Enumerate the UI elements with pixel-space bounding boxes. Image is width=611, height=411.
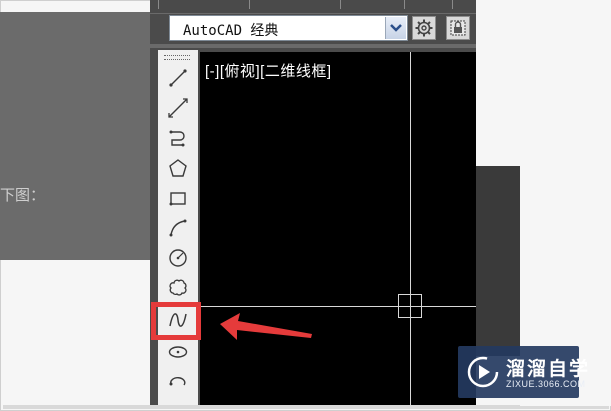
construction-line-tool-button[interactable] xyxy=(163,94,193,122)
background-light xyxy=(476,0,611,166)
arc-tool-button[interactable] xyxy=(163,214,193,242)
background-panel xyxy=(0,12,150,260)
toolbar-grip[interactable] xyxy=(164,55,190,60)
toolbar-separator xyxy=(150,44,476,48)
gear-icon xyxy=(415,19,433,37)
chevron-down-icon xyxy=(390,24,402,32)
circle-tool-button[interactable] xyxy=(163,244,193,272)
watermark-url: ZIXUE.3066.COM xyxy=(506,379,586,389)
spline-highlight-box xyxy=(151,302,201,340)
rectangle-tool-button[interactable] xyxy=(163,184,193,212)
workspace-settings-button[interactable] xyxy=(412,16,436,40)
polyline-icon xyxy=(169,130,185,147)
dropdown-arrow-button[interactable] xyxy=(385,17,406,39)
play-logo-icon xyxy=(467,356,499,388)
construction-line-icon xyxy=(168,98,188,118)
drawing-viewport[interactable]: [-][俯视][二维线框] xyxy=(200,52,476,405)
polygon-icon xyxy=(169,159,187,177)
page-caption-fragment: 下图： xyxy=(0,187,46,204)
pointer-arrow-icon xyxy=(220,313,312,340)
crosshair-vertical xyxy=(410,52,411,405)
arc-icon xyxy=(169,219,187,237)
window-top-strip xyxy=(150,0,476,14)
ellipse-tool-button[interactable] xyxy=(163,338,193,366)
line-icon xyxy=(169,69,187,87)
ellipse-icon xyxy=(168,346,188,358)
watermark-name: 溜溜自学 xyxy=(506,359,591,380)
crosshair-pickbox xyxy=(398,294,422,318)
revision-cloud-icon xyxy=(169,279,187,296)
circle-icon xyxy=(169,249,187,267)
watermark-badge: 溜溜自学 ZIXUE.3066.COM xyxy=(458,346,588,398)
workspace-dropdown[interactable]: AutoCAD 经典 xyxy=(169,15,408,41)
lock-icon xyxy=(450,20,466,36)
rectangle-icon xyxy=(169,192,186,206)
line-tool-button[interactable] xyxy=(163,64,193,92)
revision-cloud-tool-button[interactable] xyxy=(163,274,193,302)
lock-ui-button[interactable] xyxy=(446,16,470,40)
background-dark xyxy=(476,166,520,356)
autocad-window: AutoCAD 经典 [-][俯视][二维线框] xyxy=(150,0,476,405)
polygon-tool-button[interactable] xyxy=(163,154,193,182)
frame-shadow xyxy=(3,405,609,409)
draw-toolbar xyxy=(158,50,198,405)
viewport-label[interactable]: [-][俯视][二维线框] xyxy=(205,60,332,81)
polyline-tool-button[interactable] xyxy=(163,124,193,152)
workspace-selected-value: AutoCAD 经典 xyxy=(183,23,279,39)
ellipse-arc-tool-button[interactable] xyxy=(163,368,193,396)
crosshair-horizontal xyxy=(200,306,476,307)
ellipse-arc-icon xyxy=(169,377,186,386)
